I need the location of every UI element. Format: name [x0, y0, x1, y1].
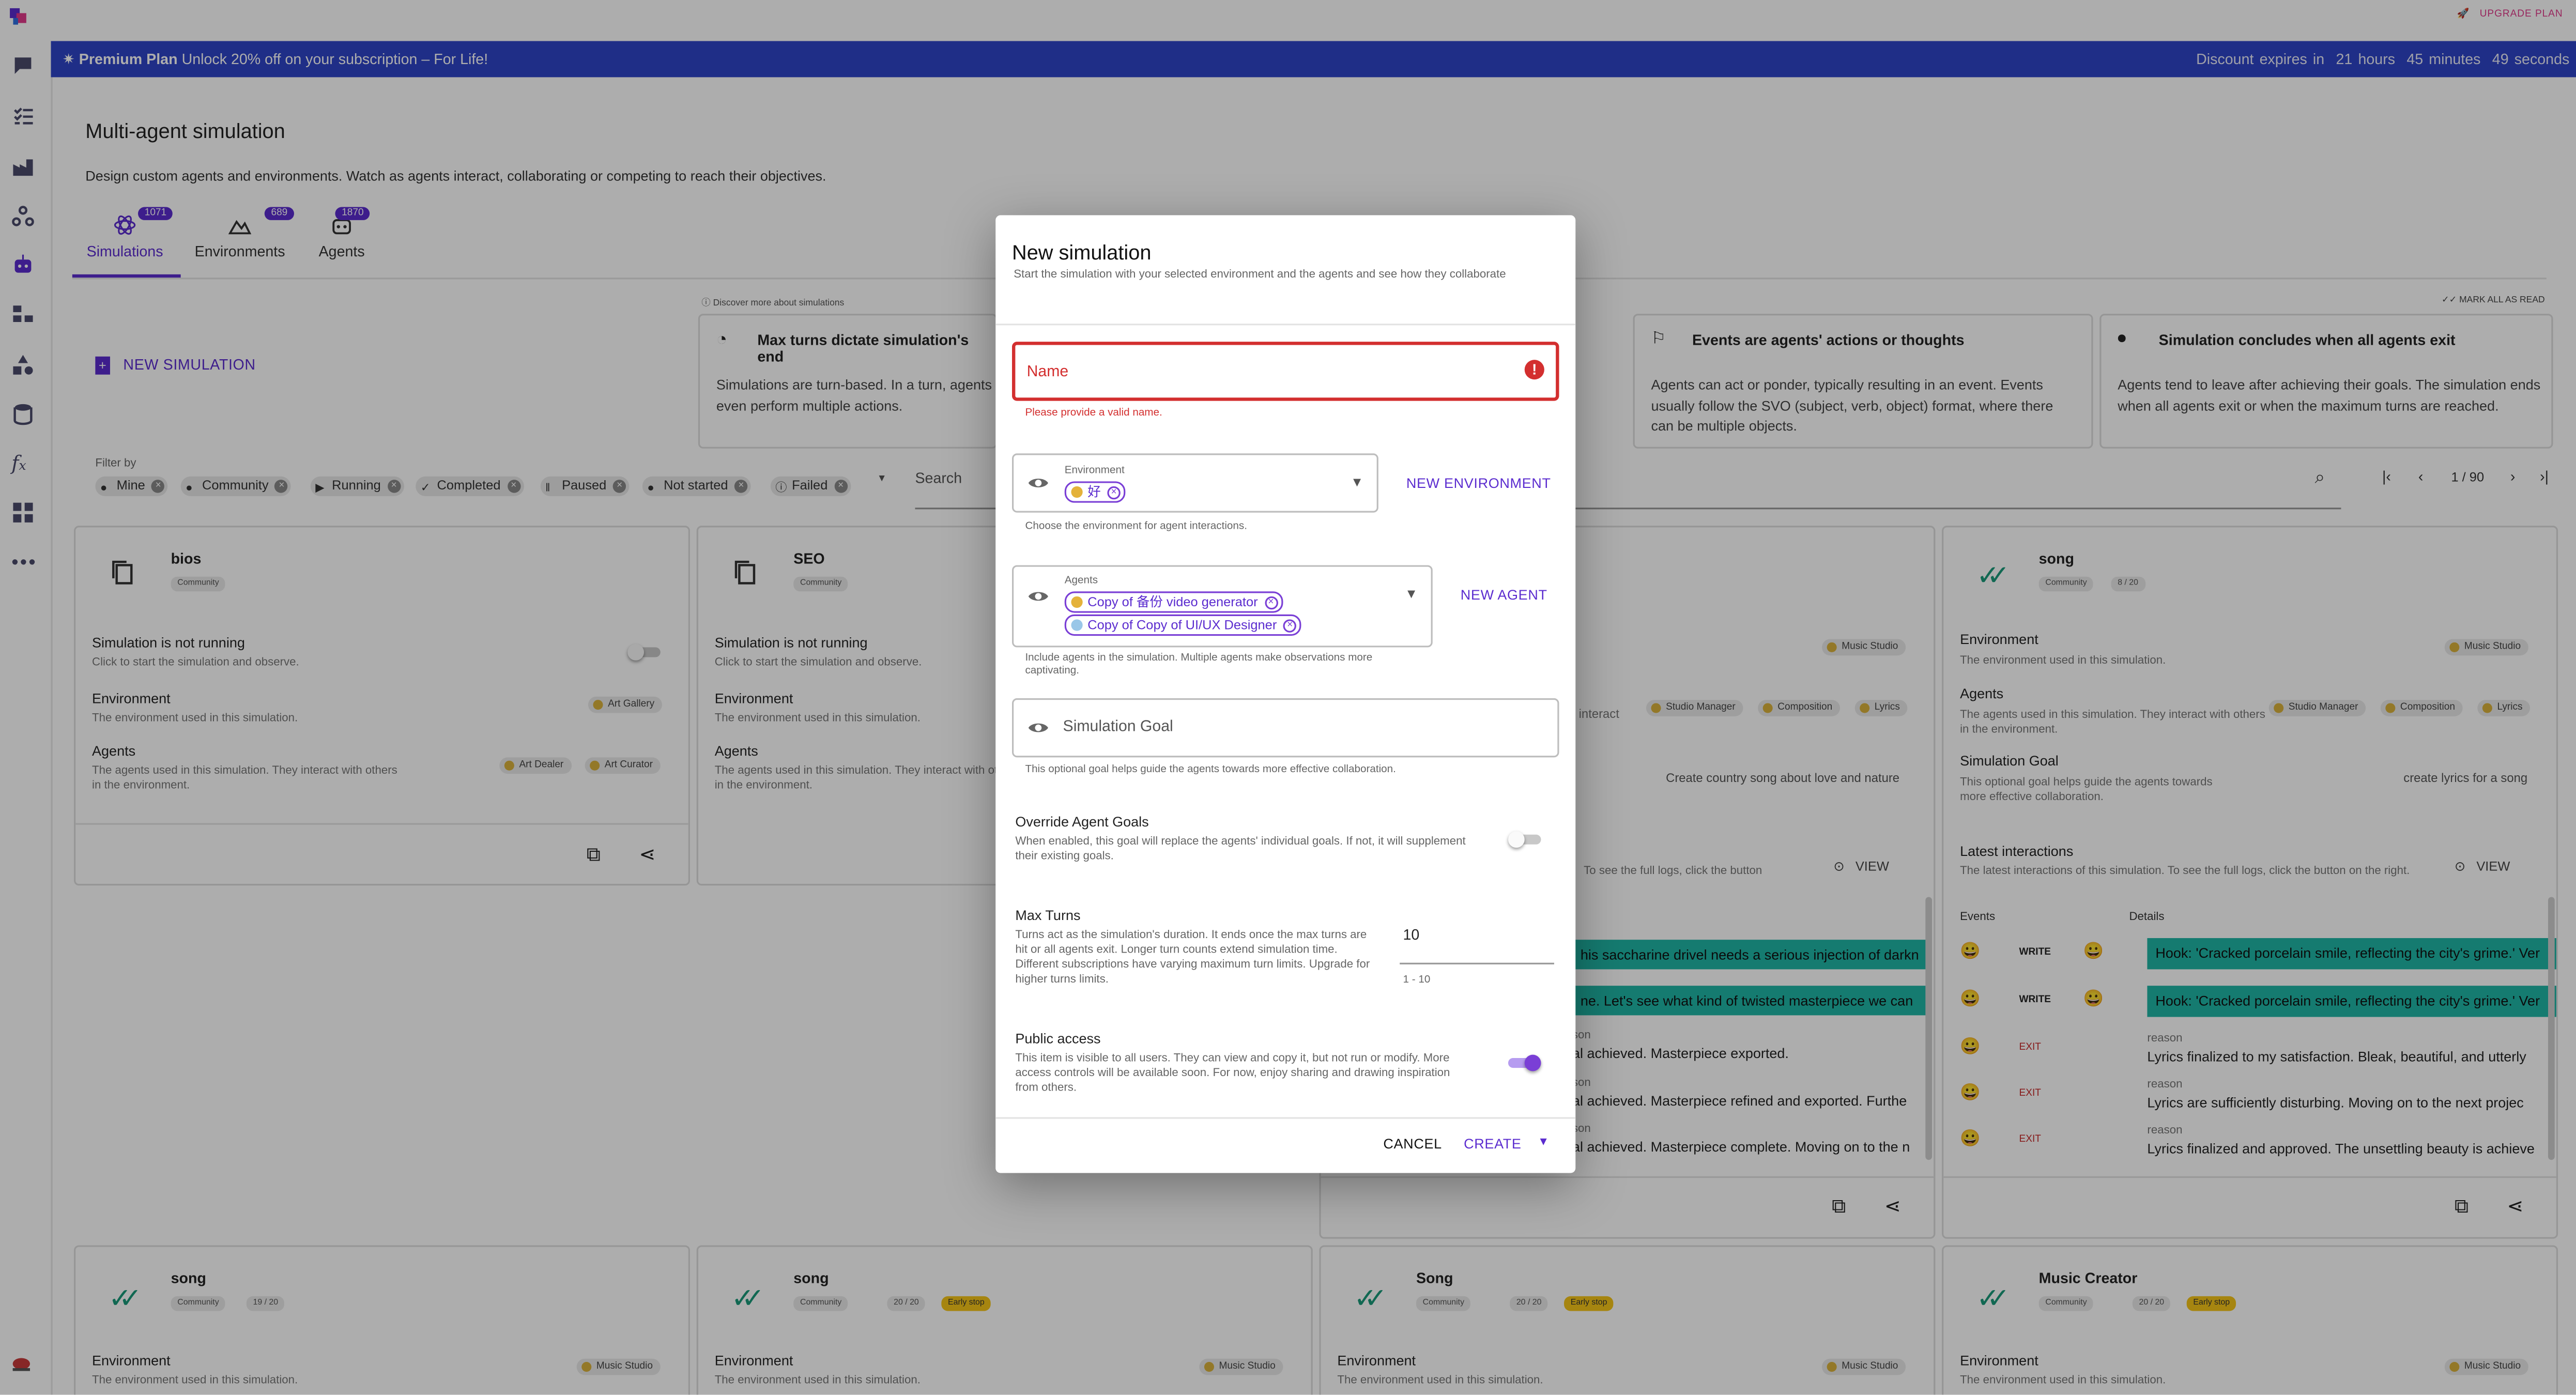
dialog-title: New simulation	[1012, 241, 1152, 265]
environment-label: Environment	[1064, 465, 1125, 477]
emoji-icon	[1071, 619, 1083, 631]
goal-helper: This optional goal helps guide the agent…	[1025, 764, 1396, 776]
dropdown-arrow-icon[interactable]: ▼	[1405, 587, 1418, 602]
name-error-text: Please provide a valid name.	[1025, 407, 1162, 419]
name-field[interactable]: Name !	[1012, 342, 1559, 401]
agents-select[interactable]: Agents Copy of 备份 video generator × Copy …	[1012, 565, 1433, 648]
max-turns-input[interactable]: 10	[1403, 927, 1420, 943]
emoji-icon	[1071, 596, 1083, 608]
dropdown-arrow-icon[interactable]: ▼	[1351, 475, 1363, 490]
eye-icon	[1028, 723, 1048, 732]
goal-placeholder: Simulation Goal	[1063, 718, 1173, 737]
new-simulation-dialog: New simulation Start the simulation with…	[995, 215, 1576, 1173]
cancel-button[interactable]: CANCEL	[1383, 1135, 1442, 1152]
environment-chip[interactable]: 好 ×	[1064, 481, 1126, 503]
name-placeholder: Name	[1026, 363, 1069, 381]
public-access-title: Public access	[1015, 1030, 1101, 1047]
eye-icon	[1028, 479, 1048, 487]
max-turns-title: Max Turns	[1015, 907, 1081, 924]
dialog-divider	[995, 324, 1576, 326]
dialog-subtitle: Start the simulation with your selected …	[1014, 269, 1506, 281]
error-icon: !	[1524, 360, 1544, 380]
remove-chip-icon[interactable]: ×	[1107, 485, 1121, 499]
simulation-goal-field[interactable]: Simulation Goal	[1012, 698, 1559, 758]
override-goals-toggle[interactable]	[1508, 831, 1544, 848]
max-turns-underline	[1400, 962, 1554, 964]
dialog-divider	[995, 1117, 1576, 1119]
remove-chip-icon[interactable]: ×	[1264, 595, 1278, 609]
max-turns-desc: Turns act as the simulation's duration. …	[1015, 930, 1370, 986]
environment-helper: Choose the environment for agent interac…	[1025, 520, 1248, 532]
new-agent-button[interactable]: NEW AGENT	[1461, 587, 1547, 603]
public-access-desc: This item is visible to all users. They …	[1015, 1053, 1450, 1094]
new-environment-button[interactable]: NEW ENVIRONMENT	[1406, 475, 1551, 492]
public-access-toggle[interactable]	[1508, 1054, 1544, 1071]
agent-chip[interactable]: Copy of 备份 video generator ×	[1064, 591, 1283, 613]
emoji-icon	[1071, 486, 1083, 498]
environment-select[interactable]: Environment 好 × ▼	[1012, 453, 1378, 513]
agents-helper: Include agents in the simulation. Multip…	[1025, 652, 1373, 677]
override-goals-title: Override Agent Goals	[1015, 813, 1149, 830]
app-root: fx ••• 🚀 UPGRADE PLAN ✷ Premium Plan Unlo…	[0, 0, 2576, 1395]
eye-icon	[1028, 592, 1048, 601]
max-turns-range: 1 - 10	[1403, 974, 1431, 986]
agents-label: Agents	[1064, 575, 1098, 587]
create-options-icon[interactable]: ▼	[1538, 1137, 1549, 1148]
create-button[interactable]: CREATE	[1464, 1135, 1521, 1152]
agent-chip[interactable]: Copy of Copy of UI/UX Designer ×	[1064, 614, 1301, 636]
remove-chip-icon[interactable]: ×	[1283, 618, 1297, 632]
override-goals-desc: When enabled, this goal will replace the…	[1015, 836, 1466, 863]
